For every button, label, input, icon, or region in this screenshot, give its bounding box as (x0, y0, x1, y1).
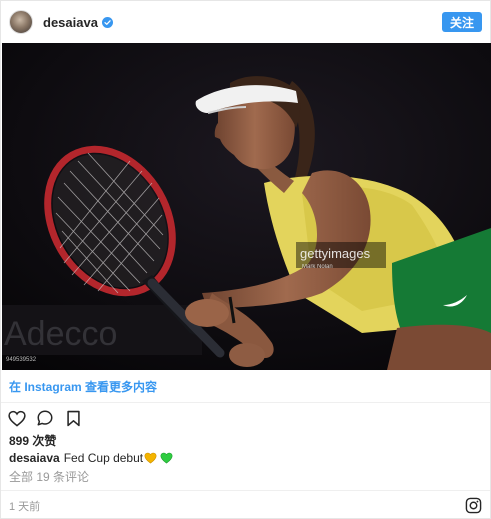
verified-badge-icon (101, 16, 113, 28)
photo-credit: Mark Nolan (302, 264, 333, 270)
follow-button[interactable]: 关注 (442, 12, 482, 32)
caption: desaiava Fed Cup debut (9, 451, 173, 465)
yellow-heart-icon (144, 452, 157, 464)
like-count[interactable]: 899 次赞 (9, 432, 56, 449)
caption-username[interactable]: desaiava (9, 451, 60, 465)
instagram-logo-icon[interactable] (465, 497, 482, 514)
post-timestamp[interactable]: 1 天前 (9, 498, 40, 514)
bookmark-icon[interactable] (63, 408, 83, 428)
avatar[interactable] (9, 10, 33, 34)
instagram-embed-card: desaiava 关注 Adecco gettyimages Mark Nola… (0, 0, 491, 519)
view-on-instagram-row: 在 Instagram 查看更多内容 (1, 370, 490, 403)
green-heart-icon (160, 452, 173, 464)
post-photo[interactable]: Adecco gettyimages Mark Nolan 949539532 (2, 43, 491, 370)
post-actions (1, 405, 490, 431)
post-footer: 1 天前 (1, 490, 490, 519)
like-heart-icon[interactable] (7, 408, 27, 428)
view-all-comments-link[interactable]: 全部 19 条评论 (9, 468, 89, 485)
sign-text: Adecco (4, 315, 117, 353)
tennis-player-photo: Adecco gettyimages Mark Nolan 949539532 (2, 43, 491, 370)
image-id: 949539532 (6, 357, 37, 363)
post-header: desaiava 关注 (1, 1, 490, 43)
view-on-instagram-link[interactable]: 在 Instagram 查看更多内容 (9, 378, 157, 395)
comment-bubble-icon[interactable] (35, 408, 55, 428)
watermark-text: gettyimages (300, 246, 371, 261)
username[interactable]: desaiava (43, 15, 98, 30)
caption-text: Fed Cup debut (63, 451, 144, 465)
